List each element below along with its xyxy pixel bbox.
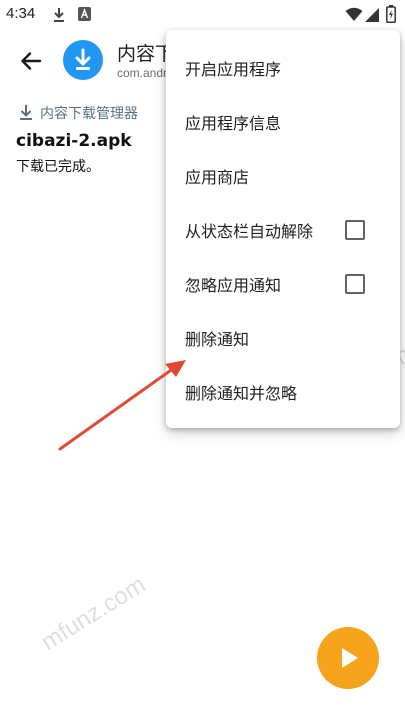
annotation-arrow bbox=[58, 360, 186, 451]
play-fab[interactable] bbox=[317, 627, 379, 689]
play-icon bbox=[342, 648, 358, 668]
